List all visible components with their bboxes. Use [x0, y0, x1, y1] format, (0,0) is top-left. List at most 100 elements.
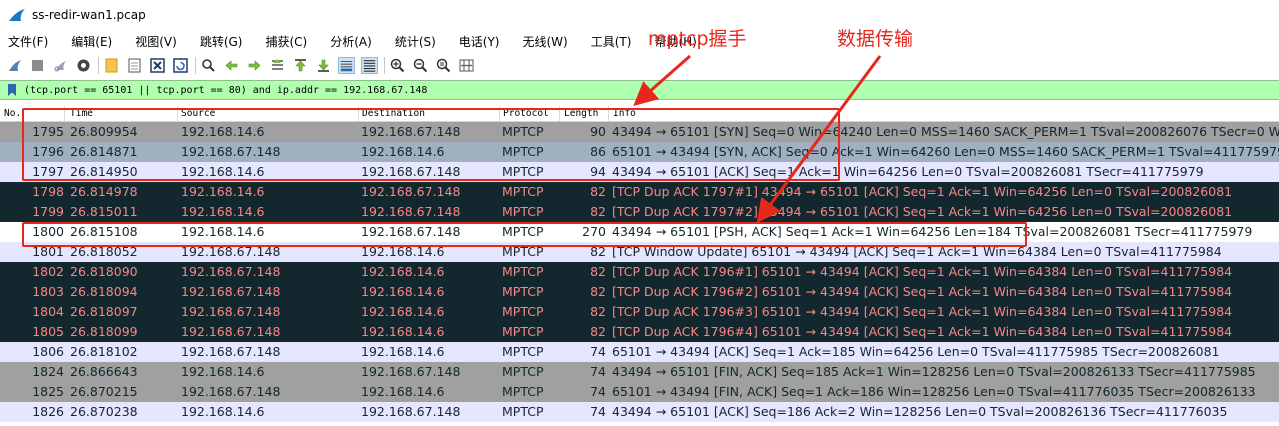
- packet-protocol: MPTCP: [502, 184, 544, 199]
- packet-time: 26.866643: [70, 364, 138, 379]
- menu-statistics[interactable]: 统计(S): [387, 33, 436, 50]
- packet-protocol: MPTCP: [502, 304, 544, 319]
- packet-row[interactable]: 1804 26.818097 192.168.67.148 192.168.14…: [0, 302, 1279, 322]
- packet-time: 26.818094: [70, 284, 138, 299]
- resize-columns-icon[interactable]: [458, 57, 475, 74]
- open-file-icon[interactable]: [103, 57, 120, 74]
- menu-wireless[interactable]: 无线(W): [515, 33, 568, 50]
- packet-source: 192.168.67.148: [181, 384, 281, 399]
- packet-length: 82: [590, 184, 606, 199]
- start-capture-icon[interactable]: [6, 57, 23, 74]
- main-toolbar: [0, 53, 1279, 78]
- restart-capture-icon[interactable]: [52, 57, 69, 74]
- packet-no: 1826: [32, 404, 64, 419]
- reload-file-icon[interactable]: [172, 57, 189, 74]
- capture-options-icon[interactable]: [75, 57, 92, 74]
- packet-row[interactable]: 1799 26.815011 192.168.14.6 192.168.67.1…: [0, 202, 1279, 222]
- packet-source: 192.168.14.6: [181, 184, 265, 199]
- packet-info: [TCP Dup ACK 1797#1] 43494 → 65101 [ACK]…: [612, 184, 1233, 199]
- packet-protocol: MPTCP: [502, 364, 544, 379]
- title-bar: ss-redir-wan1.pcap: [0, 0, 1279, 30]
- stop-capture-icon[interactable]: [29, 57, 46, 74]
- close-file-icon[interactable]: [149, 57, 166, 74]
- packet-source: 192.168.14.6: [181, 404, 265, 419]
- packet-protocol: MPTCP: [502, 324, 544, 339]
- packet-length: 82: [590, 304, 606, 319]
- handshake-annotation-label: mptcp握手: [648, 28, 747, 50]
- packet-destination: 192.168.67.148: [361, 184, 461, 199]
- packet-row[interactable]: 1803 26.818094 192.168.67.148 192.168.14…: [0, 282, 1279, 302]
- packet-destination: 192.168.67.148: [361, 404, 461, 419]
- packet-row[interactable]: 1805 26.818099 192.168.67.148 192.168.14…: [0, 322, 1279, 342]
- menu-go[interactable]: 跳转(G): [192, 33, 243, 50]
- column-header-no[interactable]: No.: [4, 108, 21, 119]
- packet-protocol: MPTCP: [502, 384, 544, 399]
- packet-protocol: MPTCP: [502, 404, 544, 419]
- packet-row[interactable]: 1824 26.866643 192.168.14.6 192.168.67.1…: [0, 362, 1279, 382]
- menu-analyze[interactable]: 分析(A): [322, 33, 372, 50]
- packet-protocol: MPTCP: [502, 264, 544, 279]
- packet-source: 192.168.67.148: [181, 264, 281, 279]
- zoom-in-icon[interactable]: [389, 57, 406, 74]
- go-first-packet-icon[interactable]: [292, 57, 309, 74]
- packet-time: 26.818090: [70, 264, 138, 279]
- packet-row[interactable]: 1802 26.818090 192.168.67.148 192.168.14…: [0, 262, 1279, 282]
- save-file-icon[interactable]: [126, 57, 143, 74]
- menu-tools[interactable]: 工具(T): [583, 33, 632, 50]
- packet-length: 82: [590, 264, 606, 279]
- menu-view[interactable]: 视图(V): [127, 33, 177, 50]
- menu-bar: 文件(F) 编辑(E) 视图(V) 跳转(G) 捕获(C) 分析(A) 统计(S…: [0, 30, 1279, 52]
- zoom-normal-icon[interactable]: [435, 57, 452, 74]
- packet-row[interactable]: 1806 26.818102 192.168.67.148 192.168.14…: [0, 342, 1279, 362]
- display-filter-input[interactable]: (tcp.port == 65101 || tcp.port == 80) an…: [24, 85, 427, 96]
- menu-edit[interactable]: 编辑(E): [63, 33, 112, 50]
- autoscroll-icon[interactable]: [338, 57, 355, 74]
- packet-protocol: MPTCP: [502, 344, 544, 359]
- packet-source: 192.168.67.148: [181, 284, 281, 299]
- packet-no: 1798: [32, 184, 64, 199]
- packet-time: 26.818097: [70, 304, 138, 319]
- colorize-icon[interactable]: [361, 57, 378, 74]
- find-packet-icon[interactable]: [200, 57, 217, 74]
- packet-no: 1825: [32, 384, 64, 399]
- packet-destination: 192.168.67.148: [361, 204, 461, 219]
- packet-no: 1824: [32, 364, 64, 379]
- data-transfer-highlight-box: [22, 222, 1027, 247]
- menu-capture[interactable]: 捕获(C): [257, 33, 307, 50]
- packet-row[interactable]: 1826 26.870238 192.168.14.6 192.168.67.1…: [0, 402, 1279, 422]
- packet-destination: 192.168.14.6: [361, 264, 445, 279]
- packet-source: 192.168.67.148: [181, 324, 281, 339]
- packet-time: 26.870215: [70, 384, 138, 399]
- packet-row[interactable]: 1798 26.814978 192.168.14.6 192.168.67.1…: [0, 182, 1279, 202]
- wireshark-fin-icon: [9, 9, 25, 21]
- packet-length: 74: [590, 344, 606, 359]
- packet-destination: 192.168.14.6: [361, 284, 445, 299]
- zoom-out-icon[interactable]: [412, 57, 429, 74]
- packet-no: 1804: [32, 304, 64, 319]
- packet-protocol: MPTCP: [502, 284, 544, 299]
- display-filter-bar: (tcp.port == 65101 || tcp.port == 80) an…: [0, 80, 1279, 100]
- packet-time: 26.870238: [70, 404, 138, 419]
- go-back-icon[interactable]: [223, 57, 240, 74]
- go-to-packet-icon[interactable]: [269, 57, 286, 74]
- packet-length: 74: [590, 404, 606, 419]
- packet-time: 26.814978: [70, 184, 138, 199]
- packet-length: 74: [590, 364, 606, 379]
- packet-protocol: MPTCP: [502, 204, 544, 219]
- packet-destination: 192.168.14.6: [361, 344, 445, 359]
- toolbar-separator: [98, 57, 99, 74]
- packet-length: 74: [590, 384, 606, 399]
- packet-time: 26.818099: [70, 324, 138, 339]
- packet-info: [TCP Dup ACK 1796#4] 65101 → 43494 [ACK]…: [612, 324, 1233, 339]
- menu-telephony[interactable]: 电话(Y): [451, 33, 500, 50]
- go-forward-icon[interactable]: [246, 57, 263, 74]
- packet-length: 82: [590, 204, 606, 219]
- bookmark-icon[interactable]: [6, 83, 18, 97]
- packet-destination: 192.168.14.6: [361, 304, 445, 319]
- packet-length: 82: [590, 284, 606, 299]
- packet-row[interactable]: 1825 26.870215 192.168.67.148 192.168.14…: [0, 382, 1279, 402]
- go-last-packet-icon[interactable]: [315, 57, 332, 74]
- window-title: ss-redir-wan1.pcap: [32, 8, 146, 22]
- packet-no: 1805: [32, 324, 64, 339]
- menu-file[interactable]: 文件(F): [0, 33, 48, 50]
